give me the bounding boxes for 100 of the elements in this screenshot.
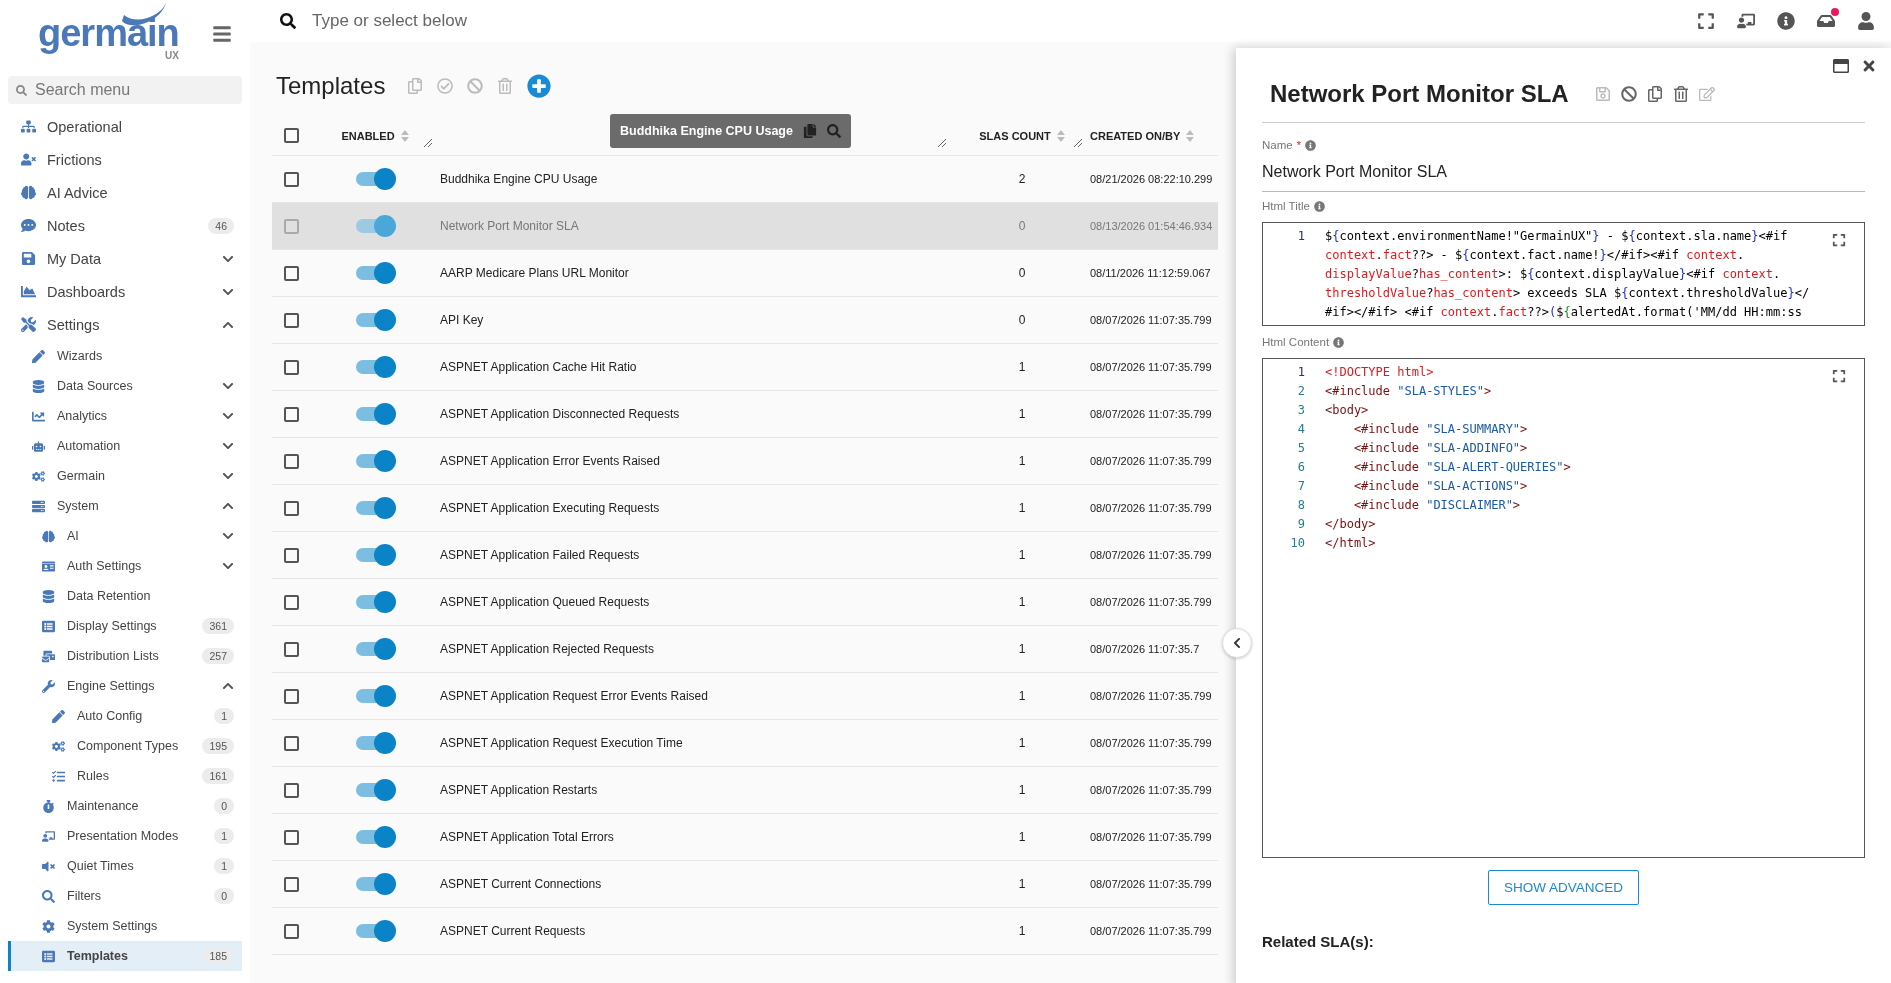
sidebar-item-label: Auth Settings: [67, 559, 143, 573]
code-line: <#include "SLA-ALERT-QUERIES">: [1352, 459, 1572, 476]
sidebar-item[interactable]: Rules 161: [8, 761, 242, 791]
table-cell-text: 08/07/2026 11:07:35.799: [1090, 925, 1213, 937]
code-line: #if></#if> <#if context.fact??>(${alertedAt.format('MM/dd HH:mm:ss: [1325, 304, 1803, 321]
sidebar-item-label: Data Retention: [67, 589, 152, 603]
sidebar-item[interactable]: Automation: [8, 431, 242, 461]
sidebar-item[interactable]: Germain: [8, 461, 242, 491]
sidebar-item-label: Display Settings: [67, 619, 158, 633]
sidebar-item[interactable]: Frictions: [8, 143, 242, 176]
sidebar-item[interactable]: Auto Config 1: [8, 701, 242, 731]
sidebar-item[interactable]: AI Advice: [8, 176, 242, 209]
count-badge: 257: [202, 648, 234, 664]
sidebar-item-label: System Settings: [67, 919, 159, 933]
sidebar-item[interactable]: Notes 46: [8, 209, 242, 242]
table-cell-text: 08/07/2026 11:07:35.7: [1090, 643, 1201, 655]
table-cell-text: 08/07/2026 11:07:35.799: [1090, 408, 1213, 420]
sidebar-item[interactable]: System Settings: [8, 911, 242, 941]
line-number: 1: [1297, 364, 1305, 381]
sidebar-item[interactable]: Distribution Lists 257: [8, 641, 242, 671]
count-badge: 1: [214, 708, 234, 724]
sidebar-item[interactable]: Wizards: [8, 341, 242, 371]
table-cell-text: 08/21/2026 08:22:10.299: [1090, 173, 1214, 185]
panel-title: Network Port Monitor SLA: [1270, 80, 1569, 108]
table-cell-text: 08/07/2026 11:07:35.799: [1090, 361, 1213, 373]
sidebar-item[interactable]: Operational: [8, 110, 242, 143]
table-row[interactable]: ASPNET Current Requests 1 08/07/2026 11:07:35.799: [272, 908, 1218, 955]
sidebar-item[interactable]: Templates 185: [8, 941, 242, 971]
sidebar-item-label: Data Sources: [57, 379, 134, 393]
table-cell-text: AARP Medicare Plans URL Monitor: [440, 266, 630, 280]
count-badge: 195: [202, 738, 234, 754]
table-cell-text: ASPNET Application Total Errors: [440, 830, 615, 844]
sidebar-item-label: Distribution Lists: [67, 649, 160, 663]
sidebar-item-label: Notes: [47, 217, 86, 234]
table-row[interactable]: ASPNET Application Restarts 1 08/07/2026 11:07:35.799: [272, 767, 1218, 814]
table-cell-text: 2: [1017, 172, 1027, 186]
table-cell-text: 1: [1017, 454, 1027, 468]
sidebar-item[interactable]: Analytics: [8, 401, 242, 431]
required-mark: *: [1296, 139, 1301, 151]
table-row[interactable]: ASPNET Application Rejected Requests 1 08/07/2026 11:07:35.7: [272, 626, 1218, 673]
sidebar-item-label: Quiet Times: [67, 859, 135, 873]
table-cell-text: API Key: [440, 313, 485, 327]
search-menu-box[interactable]: Search menu: [8, 76, 242, 104]
table-cell-text: 1: [1017, 407, 1027, 421]
sidebar-item[interactable]: Filters 0: [8, 881, 242, 911]
table-row[interactable]: API Key 0 08/07/2026 11:07:35.799: [272, 297, 1218, 344]
field-label: Html Content: [1262, 336, 1330, 348]
sidebar-item-label: Templates: [67, 949, 129, 963]
table-cell-text: 1: [1017, 924, 1027, 938]
sidebar-item[interactable]: Auth Settings: [8, 551, 242, 581]
line-number: 7: [1297, 478, 1305, 495]
table-cell-text: 08/07/2026 11:07:35.799: [1090, 502, 1213, 514]
sidebar-item-label: AI: [67, 529, 80, 543]
sidebar-item[interactable]: Settings: [8, 308, 242, 341]
table-cell-text: 08/07/2026 11:07:35.799: [1090, 784, 1213, 796]
sidebar-item[interactable]: Data Retention: [8, 581, 242, 611]
line-number: 3: [1297, 402, 1305, 419]
table-cell-text: Network Port Monitor SLA: [440, 219, 580, 233]
table-row[interactable]: ASPNET Application Request Error Events Raised 1 08/07/2026 11:07:35.799: [272, 673, 1218, 720]
sidebar-item[interactable]: Presentation Modes 1: [8, 821, 242, 851]
sidebar-item-label: Component Types: [77, 739, 180, 753]
table-cell-text: 0: [1017, 219, 1027, 233]
code-line: <#include "SLA-ACTIONS">: [1352, 478, 1529, 495]
sidebar-item[interactable]: Quiet Times 1: [8, 851, 242, 881]
column-header[interactable]: ENABLED: [341, 129, 395, 142]
sidebar-item[interactable]: Dashboards: [8, 275, 242, 308]
table-row[interactable]: ASPNET Application Queued Requests 1 08/07/2026 11:07:35.799: [272, 579, 1218, 626]
table-row[interactable]: ASPNET Current Connections 1 08/07/2026 11:07:35.799: [272, 861, 1218, 908]
name-field[interactable]: Network Port Monitor SLA: [1262, 151, 1865, 192]
sidebar-item[interactable]: My Data: [8, 242, 242, 275]
table-row[interactable]: ASPNET Application Failed Requests 1 08/07/2026 11:07:35.799: [272, 532, 1218, 579]
code-line: <#include "SLA-STYLES">: [1325, 383, 1493, 400]
sidebar-item[interactable]: Component Types 195: [8, 731, 242, 761]
table-cell-text: 08/13/2026 01:54:46.934: [1090, 220, 1214, 232]
table-cell-text: 08/07/2026 11:07:35.799: [1090, 549, 1213, 561]
line-number: 10: [1290, 535, 1305, 552]
table-row[interactable]: ASPNET Application Total Errors 1 08/07/2026 11:07:35.799: [272, 814, 1218, 861]
table-row[interactable]: AARP Medicare Plans URL Monitor 0 08/11/2026 11:12:59.067: [272, 250, 1218, 297]
sidebar-item[interactable]: System: [8, 491, 242, 521]
table-cell-text: 08/11/2026 11:12:59.067: [1090, 267, 1212, 279]
table-cell-text: 1: [1017, 595, 1027, 609]
column-header[interactable]: SLAS COUNT: [979, 129, 1051, 142]
section-heading: Related SLA(s):: [1262, 933, 1375, 950]
sidebar-item[interactable]: Engine Settings: [8, 671, 242, 701]
sidebar-item[interactable]: AI: [8, 521, 242, 551]
search-menu-input[interactable]: Search menu: [33, 80, 183, 100]
sidebar-item[interactable]: Maintenance 0: [8, 791, 242, 821]
table-row[interactable]: Network Port Monitor SLA 0 08/13/2026 01:54:46.934: [272, 203, 1218, 250]
show-advanced-button[interactable]: SHOW ADVANCED: [1488, 870, 1639, 905]
table-cell-text: 08/07/2026 11:07:35.799: [1090, 314, 1213, 326]
code-line: <body>: [1325, 402, 1370, 419]
sidebar-item[interactable]: Data Sources: [8, 371, 242, 401]
column-header[interactable]: CREATED ON/BY: [1090, 129, 1181, 142]
table-row[interactable]: ASPNET Application Executing Requests 1 08/07/2026 11:07:35.799: [272, 485, 1218, 532]
sidebar-item[interactable]: Display Settings 361: [8, 611, 242, 641]
table-row[interactable]: ASPNET Application Cache Hit Ratio 1 08/07/2026 11:07:35.799: [272, 344, 1218, 391]
table-row[interactable]: ASPNET Application Error Events Raised 1 08/07/2026 11:07:35.799: [272, 438, 1218, 485]
table-row[interactable]: ASPNET Application Disconnected Requests 1 08/07/2026 11:07:35.799: [272, 391, 1218, 438]
table-row[interactable]: ASPNET Application Request Execution Time 1 08/07/2026 11:07:35.799: [272, 720, 1218, 767]
table-cell-text: 1: [1017, 642, 1027, 656]
